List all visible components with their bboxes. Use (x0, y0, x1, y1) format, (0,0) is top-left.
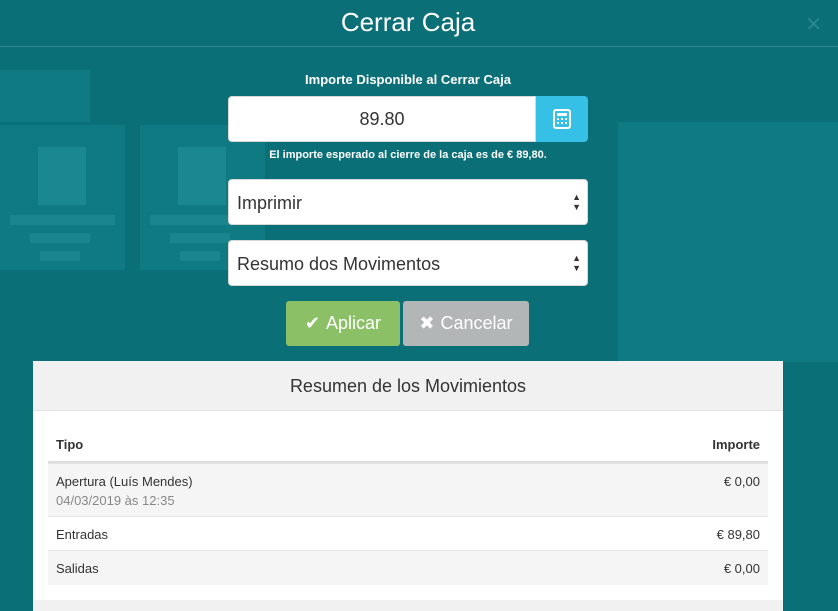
amount-input[interactable] (228, 96, 536, 142)
select-arrows-icon: ▲ ▼ (572, 253, 581, 273)
dialog-header: Cerrar Caja ✕ (0, 0, 838, 47)
calculator-button[interactable] (536, 96, 588, 142)
row-type: Entradas (56, 527, 109, 542)
background-product-card (0, 125, 125, 270)
cancel-button-label: Cancelar (440, 313, 513, 333)
amount-input-group (228, 96, 588, 142)
summary-header: Resumen de los Movimientos (33, 361, 783, 411)
column-header-amount: Importe (712, 437, 760, 452)
row-amount: € 0,00 (723, 561, 760, 576)
background-panel (618, 122, 838, 362)
table-row: Entradas € 89,80 (48, 516, 768, 551)
column-header-type: Tipo (56, 437, 84, 452)
table-row: Salidas € 0,00 (48, 550, 768, 585)
apply-button-label: Aplicar (326, 313, 382, 333)
summary-panel: Resumen de los Movimientos Tipo Importe … (33, 361, 783, 611)
row-amount: € 0,00 (723, 474, 760, 489)
apply-button[interactable]: ✔ Aplicar (286, 301, 400, 346)
times-icon: ✖ (419, 313, 435, 333)
row-type: Salidas (56, 561, 99, 576)
summary-footer (33, 600, 783, 611)
cancel-button[interactable]: ✖ Cancelar (403, 301, 529, 346)
print-select[interactable]: Imprimir ▲ ▼ (228, 179, 588, 225)
row-date: 04/03/2019 às 12:35 (56, 493, 175, 508)
summary-title: Resumen de los Movimientos (289, 376, 527, 396)
table-row: Apertura (Luís Mendes) 04/03/2019 às 12:… (48, 463, 768, 517)
report-select[interactable]: Resumo dos Movimentos ▲ ▼ (228, 240, 588, 286)
background-tab (0, 70, 90, 122)
row-amount: € 89,80 (716, 527, 760, 542)
check-icon: ✔ (304, 313, 321, 333)
select-arrows-icon: ▲ ▼ (572, 192, 581, 212)
expected-amount-hint: El importe esperado al cierre de la caja… (269, 149, 547, 161)
close-icon[interactable]: ✕ (805, 12, 822, 37)
dialog-title: Cerrar Caja (340, 7, 476, 37)
amount-label: Importe Disponible al Cerrar Caja (305, 72, 511, 87)
calculator-icon (553, 109, 571, 129)
print-select-value: Imprimir (237, 193, 302, 213)
row-type: Apertura (Luís Mendes) (56, 474, 193, 489)
report-select-value: Resumo dos Movimentos (237, 254, 441, 274)
